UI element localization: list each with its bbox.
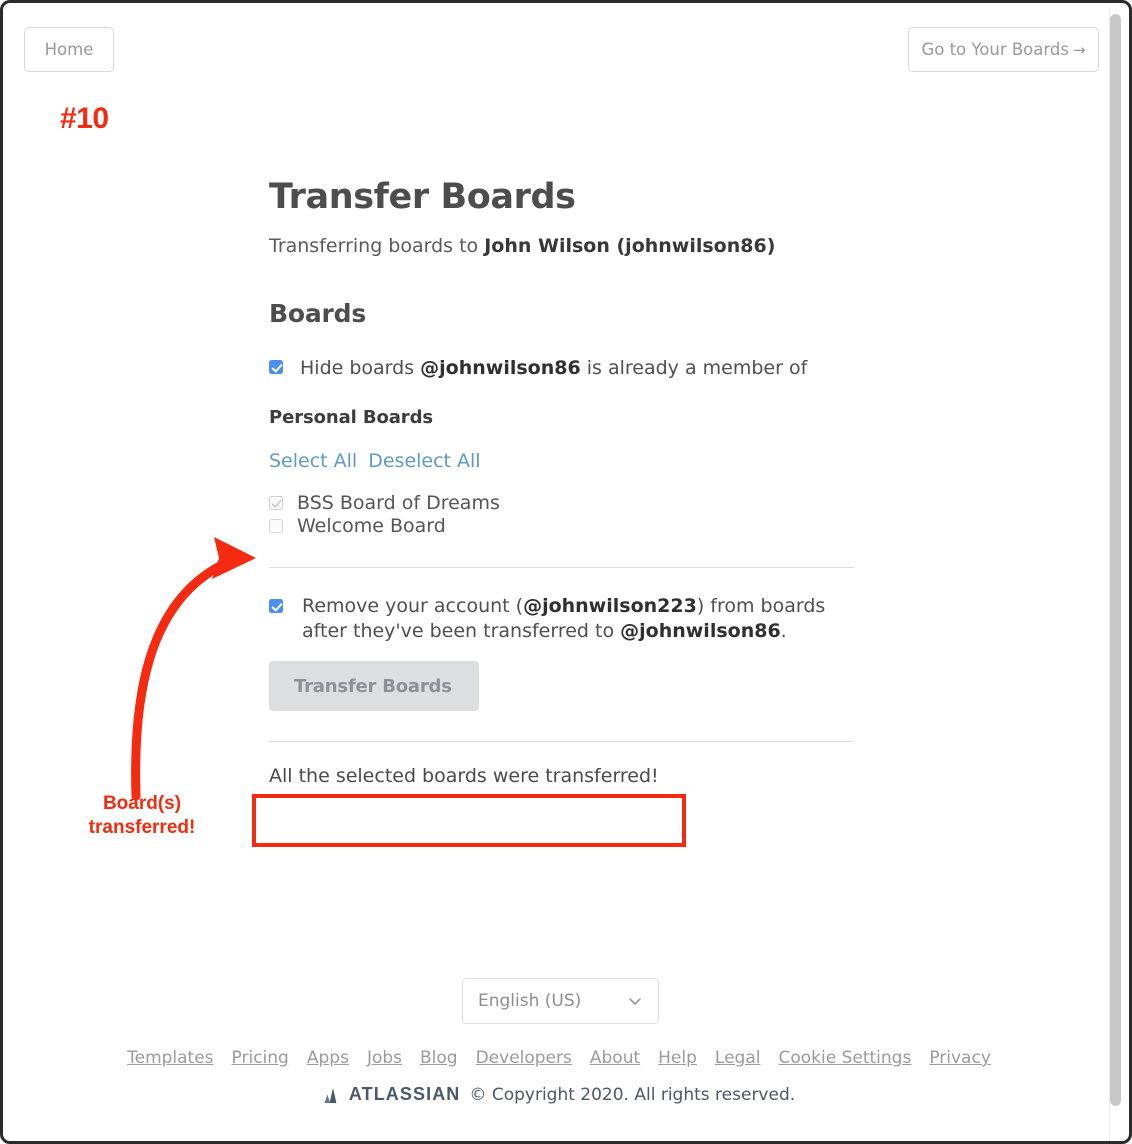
board-list: BSS Board of Dreams Welcome Board [269,492,869,538]
footer-link-privacy[interactable]: Privacy [929,1048,991,1068]
go-to-your-boards-label: Go to Your Boards [921,40,1069,59]
language-select-value: English (US) [478,991,582,1011]
annotation-caption-line-1: Board(s) [102,793,182,814]
board-checkbox[interactable] [269,519,283,534]
select-all-link[interactable]: Select All [269,450,357,472]
annotation-caption: Board(s) transferred! [72,792,212,841]
section-divider [269,566,854,568]
home-button[interactable]: Home [24,27,114,72]
section-divider [269,741,854,743]
top-bar: Home Go to Your Boards → [6,6,1112,90]
footer-link-apps[interactable]: Apps [307,1048,349,1068]
footer-link-help[interactable]: Help [658,1048,697,1068]
transfer-boards-form: Transfer Boards Transferring boards to J… [269,177,869,789]
hide-boards-suffix: is already a member of [580,356,808,379]
annotation-caption-line-2: transferred! [88,817,196,839]
remove-account-handle-target: @johnwilson86 [620,620,781,643]
language-select[interactable]: English (US) [462,978,659,1024]
remove-account-part1: Remove your account ( [302,594,524,617]
footer-link-blog[interactable]: Blog [420,1048,458,1068]
transfer-subtitle: Transferring boards to John Wilson (john… [269,234,869,259]
remove-account-row[interactable]: Remove your account (@johnwilson223) fro… [269,594,869,644]
remove-account-label: Remove your account (@johnwilson223) fro… [302,594,850,644]
board-checkbox[interactable] [269,496,283,511]
footer-copyright: ATLASSIAN © Copyright 2020. All rights r… [6,1084,1112,1105]
annotation-highlight-box [252,794,686,847]
copyright-text: © Copyright 2020. All rights reserved. [469,1084,796,1105]
hide-boards-checkbox[interactable] [269,359,283,374]
hide-boards-row[interactable]: Hide boards @johnwilson86 is already a m… [269,356,869,381]
subtitle-prefix: Transferring boards to [269,235,485,258]
footer-link-cookie-settings[interactable]: Cookie Settings [778,1048,911,1068]
board-list-item[interactable]: BSS Board of Dreams [269,492,869,515]
vertical-scrollbar-thumb[interactable] [1110,14,1121,1106]
footer-link-jobs[interactable]: Jobs [367,1048,402,1068]
footer-link-templates[interactable]: Templates [127,1048,213,1068]
footer-links: Templates Pricing Apps Jobs Blog Developers Ab… [6,1048,1112,1068]
transfer-result-message: All the selected boards were transferred… [269,765,659,788]
remove-account-checkbox[interactable] [269,598,283,613]
browser-window: Home Go to Your Boards → #10 Transfer Bo… [0,0,1132,1144]
page-content: Home Go to Your Boards → #10 Transfer Bo… [6,6,1112,1141]
page-title: Transfer Boards [269,177,576,217]
chevron-down-icon [629,998,641,1005]
vertical-scrollbar-track[interactable] [1109,6,1126,1141]
personal-boards-label: Personal Boards [269,406,433,428]
footer-link-developers[interactable]: Developers [476,1048,572,1068]
divider-wrapper [269,741,869,743]
board-list-item[interactable]: Welcome Board [269,515,869,538]
hide-boards-label: Hide boards @johnwilson86 is already a m… [300,356,807,381]
arrow-right-icon: → [1072,40,1086,59]
hide-boards-prefix: Hide boards [300,356,421,379]
board-name: Welcome Board [297,515,446,538]
transfer-boards-button[interactable]: Transfer Boards [269,661,479,712]
go-to-your-boards-button[interactable]: Go to Your Boards → [908,27,1099,72]
board-name: BSS Board of Dreams [297,492,500,515]
deselect-all-link[interactable]: Deselect All [368,450,480,472]
boards-section-heading: Boards [269,298,367,328]
subtitle-target-user: John Wilson (johnwilson86) [484,235,776,258]
footer-link-pricing[interactable]: Pricing [232,1048,289,1068]
remove-account-handle-source: @johnwilson223 [523,594,697,617]
atlassian-logo-icon [324,1087,337,1103]
atlassian-wordmark: ATLASSIAN [348,1084,461,1104]
footer-link-about[interactable]: About [590,1048,640,1068]
annotation-arrow-icon [131,537,256,801]
annotation-step-number: #10 [60,102,109,135]
home-button-label: Home [44,40,94,59]
hide-boards-handle: @johnwilson86 [420,356,581,379]
remove-account-part3: . [780,620,787,643]
footer-link-legal[interactable]: Legal [715,1048,761,1068]
select-links-row: Select All Deselect All [269,450,869,472]
